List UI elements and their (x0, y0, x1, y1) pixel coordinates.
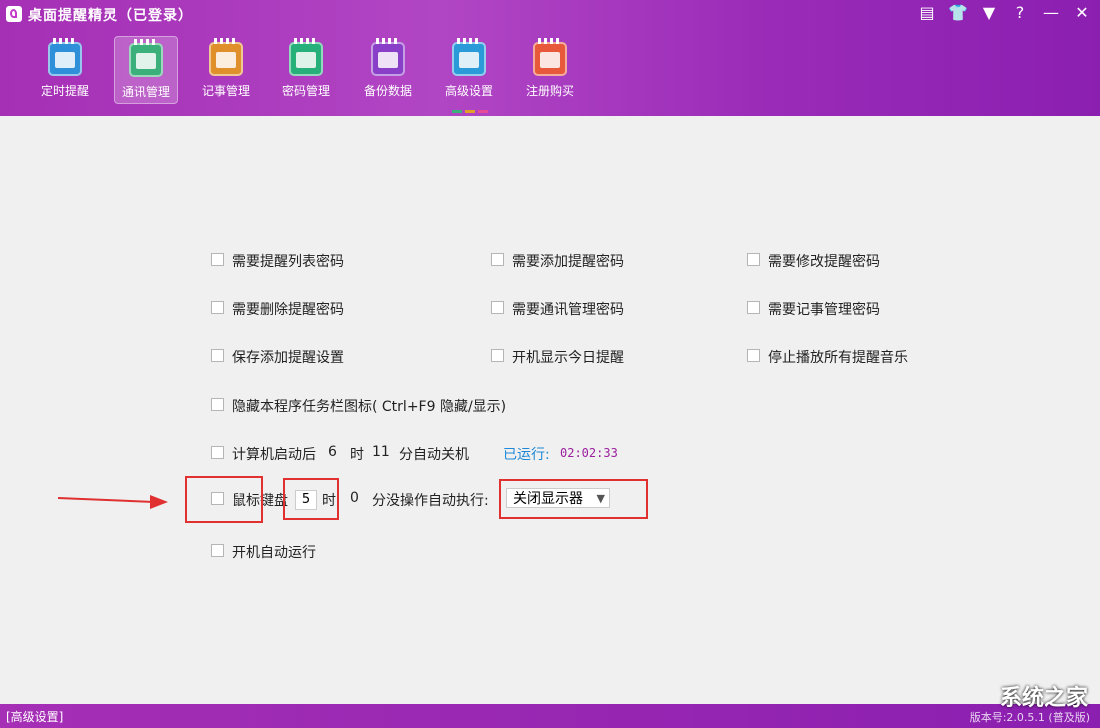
checkbox-stop-all-music[interactable] (747, 349, 760, 362)
checkbox-show-today-on-boot[interactable] (491, 349, 504, 362)
toolbar-button-2[interactable]: 通讯管理 (114, 36, 178, 104)
checkbox-auto-shutdown[interactable] (211, 446, 224, 459)
contacts-calendar-icon (129, 39, 163, 77)
label-edit-reminder-password: 需要修改提醒密码 (768, 254, 880, 270)
toolbar-label: 记事管理 (201, 84, 250, 98)
toolbar-button-5[interactable]: 备份数据 (357, 36, 419, 102)
app-logo-icon (6, 6, 22, 22)
running-label: 已运行: (503, 447, 550, 463)
annotation-arrow-icon (58, 495, 168, 509)
toolbar-label: 通讯管理 (121, 85, 170, 99)
label-delete-reminder-password: 需要删除提醒密码 (232, 302, 344, 318)
label-add-reminder-password: 需要添加提醒密码 (512, 254, 624, 270)
status-bar: [高级设置] 版本号:2.0.5.1 (普及版) (0, 704, 1100, 728)
minimize-button[interactable]: — (1038, 2, 1064, 24)
checkbox-delete-reminder-password[interactable] (211, 301, 224, 314)
toolbar-button-6[interactable]: 高级设置 (438, 36, 500, 102)
checkbox-contacts-password[interactable] (491, 301, 504, 314)
annotation-box-hours (283, 478, 339, 520)
label-idle-suffix: 分没操作自动执行: (372, 493, 489, 509)
annotation-box-checkbox (185, 476, 263, 523)
checkbox-save-reminder-settings[interactable] (211, 349, 224, 362)
checkbox-reminder-list-password[interactable] (211, 253, 224, 266)
backup-disk-icon (371, 38, 405, 76)
label-shutdown-suffix: 分自动关机 (399, 447, 469, 463)
skin-icon[interactable]: ▤ (914, 2, 940, 24)
toolbar-label: 高级设置 (444, 84, 493, 98)
label-shutdown-prefix: 计算机启动后 (232, 447, 316, 463)
checkbox-add-reminder-password[interactable] (491, 253, 504, 266)
label-hide-taskbar-icon: 隐藏本程序任务栏图标( Ctrl+F9 隐藏/显示) (232, 399, 507, 415)
toolbar-label: 注册购买 (525, 84, 574, 98)
toolbar-label: 密码管理 (281, 84, 330, 98)
tab-indicator-green (452, 110, 462, 113)
watermark-text: 系统之家 (999, 686, 1088, 711)
label-reminder-list-password: 需要提醒列表密码 (232, 254, 344, 270)
advanced-gear-icon (452, 38, 486, 76)
menu-down-icon[interactable]: ▼ (976, 2, 1002, 24)
shutdown-hour-unit: 时 (350, 447, 364, 463)
idle-minutes-value[interactable]: 0 (350, 490, 359, 506)
register-purchase-icon (533, 38, 567, 76)
toolbar-button-1[interactable]: 定时提醒 (34, 36, 96, 102)
annotation-box-select (499, 479, 648, 519)
label-notes-password: 需要记事管理密码 (768, 302, 880, 318)
help-icon[interactable]: ? (1007, 2, 1033, 24)
checkbox-hide-taskbar-icon[interactable] (211, 398, 224, 411)
window-title: 桌面提醒精灵（已登录） (28, 8, 193, 24)
checkbox-notes-password[interactable] (747, 301, 760, 314)
toolbar-button-4[interactable]: 密码管理 (275, 36, 337, 102)
theme-shirt-icon[interactable]: 👕 (945, 2, 971, 24)
status-current-section: [高级设置] (6, 710, 64, 724)
clock-calendar-icon (48, 38, 82, 76)
close-button[interactable]: ✕ (1069, 2, 1095, 24)
label-save-reminder-settings: 保存添加提醒设置 (232, 350, 344, 366)
toolbar-label: 定时提醒 (40, 84, 89, 98)
label-autostart: 开机自动运行 (232, 545, 316, 561)
password-briefcase-icon (289, 38, 323, 76)
notes-pencil-icon (209, 38, 243, 76)
checkbox-autostart[interactable] (211, 544, 224, 557)
checkbox-edit-reminder-password[interactable] (747, 253, 760, 266)
running-time: 02:02:33 (560, 446, 618, 460)
toolbar-button-7[interactable]: 注册购买 (519, 36, 581, 102)
label-stop-all-music: 停止播放所有提醒音乐 (768, 350, 908, 366)
label-contacts-password: 需要通讯管理密码 (512, 302, 624, 318)
toolbar-button-3[interactable]: 记事管理 (195, 36, 257, 102)
shutdown-hours-value[interactable]: 6 (328, 444, 337, 460)
label-show-today-on-boot: 开机显示今日提醒 (512, 350, 624, 366)
settings-panel (2, 116, 1098, 704)
shutdown-minutes-value[interactable]: 11 (372, 444, 390, 460)
tab-indicator-orange (465, 110, 475, 113)
tab-indicator-pink (478, 110, 488, 113)
toolbar-label: 备份数据 (363, 84, 412, 98)
title-bar: 桌面提醒精灵（已登录） ▤ 👕 ▼ ? — ✕ 定时提醒 通讯管理 记事管理 密码管理… (0, 0, 1100, 116)
